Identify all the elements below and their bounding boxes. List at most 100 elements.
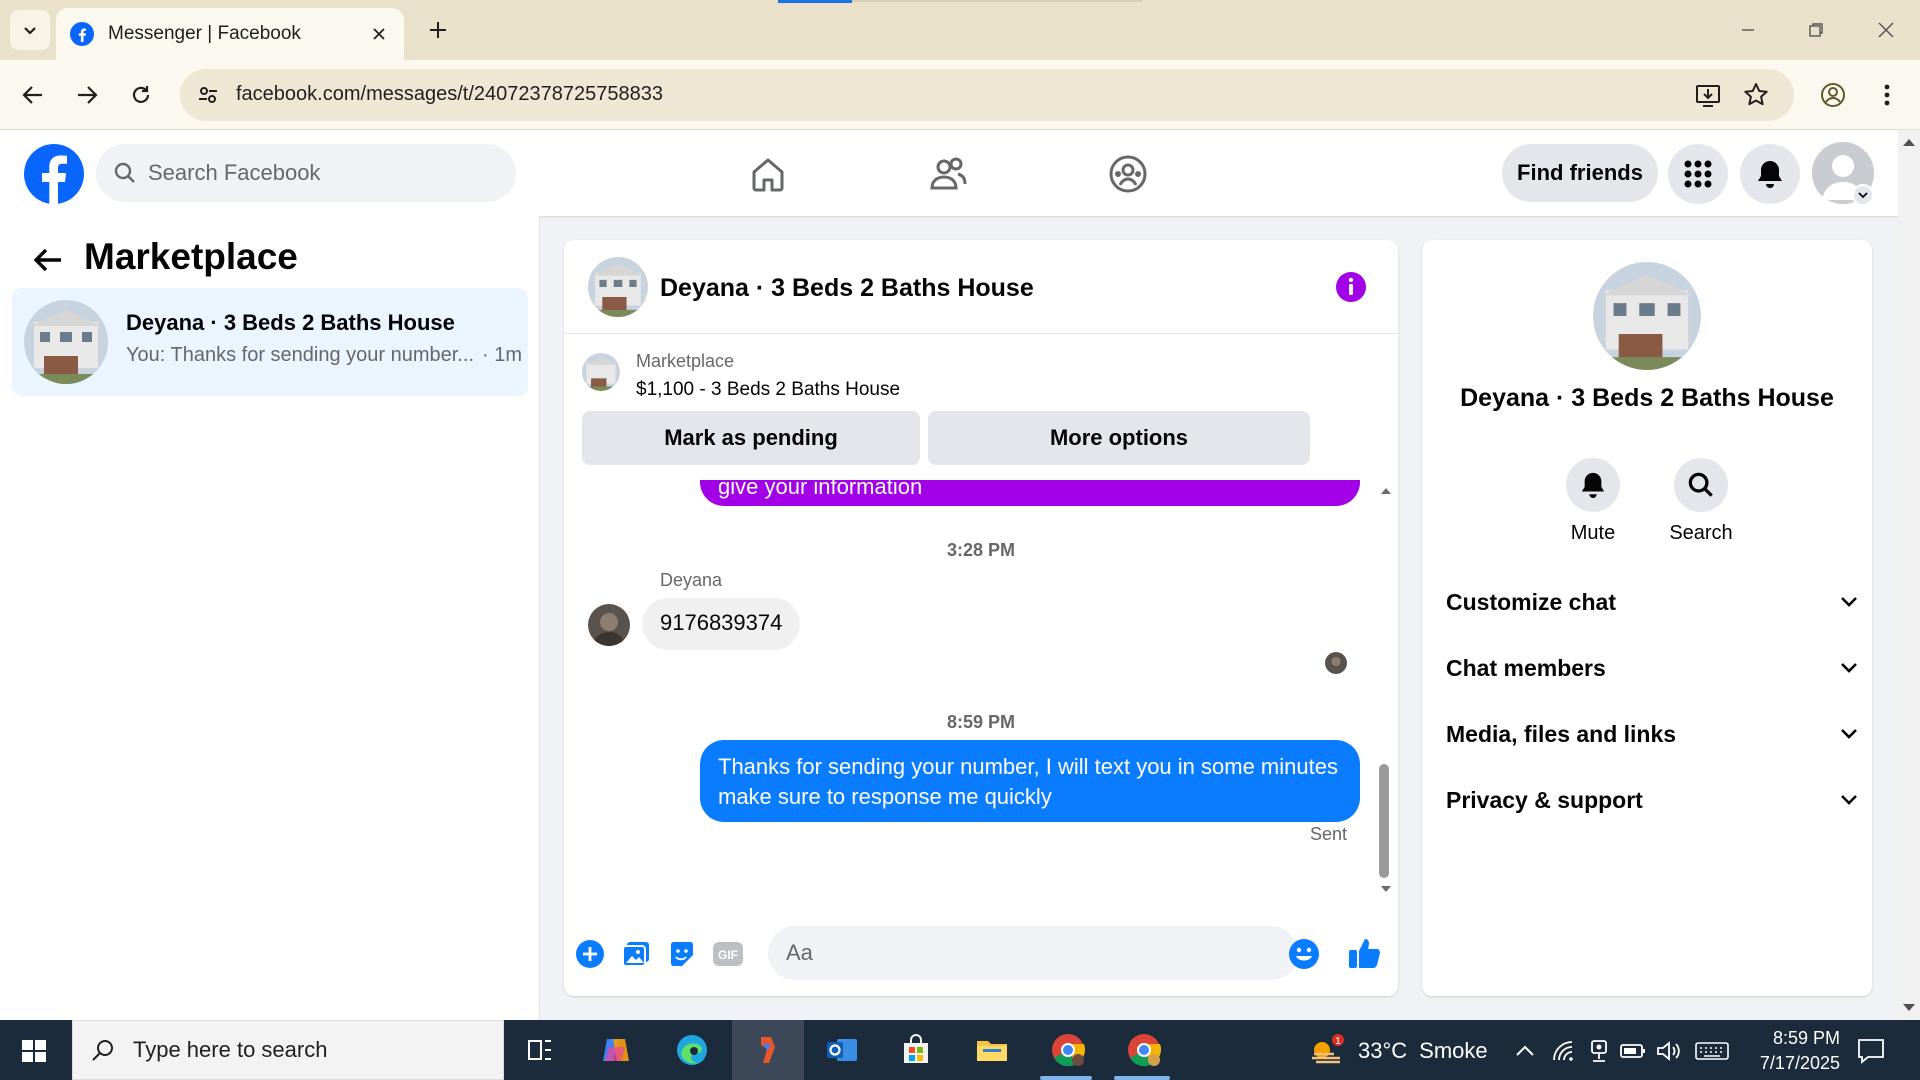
store-app[interactable] [896,1030,936,1070]
conversation-item[interactable]: Deyana · 3 Beds 2 Baths House You: Thank… [12,288,528,396]
folder-icon [977,1041,1007,1061]
details-name: Deyana · 3 Beds 2 Baths House [1460,384,1834,412]
chevron-down-icon [1841,795,1857,805]
outlook-app[interactable] [822,1030,862,1070]
address-bar[interactable]: facebook.com/messages/t/2407237872575883… [180,69,1794,121]
info-icon [1336,272,1366,302]
bookmark-star-icon[interactable] [1742,81,1770,109]
more-options-button[interactable]: More options [928,411,1310,465]
outgoing-message-bubble[interactable]: give your information [700,480,1360,506]
task-view-button[interactable] [520,1030,560,1070]
taskbar-clock[interactable]: 8:59 PM 7/17/2025 [1744,1026,1840,1076]
install-app-icon[interactable] [1694,81,1722,109]
menu-button[interactable] [1668,144,1728,204]
chat-title[interactable]: Deyana · 3 Beds 2 Baths House [660,274,1034,303]
copilot-app[interactable] [596,1030,636,1070]
mark-as-pending-button[interactable]: Mark as pending [582,411,920,465]
page-scrollbar[interactable] [1898,130,1920,1020]
listing-price-title[interactable]: $1,100 - 3 Beds 2 Baths House [636,379,900,401]
search-in-conversation-button[interactable] [1674,458,1728,512]
notifications-button[interactable] [1740,144,1800,204]
house-photo-icon [582,353,620,391]
facebook-favicon-icon [70,22,94,46]
media-app[interactable] [748,1030,788,1070]
chrome-icon [1052,1034,1086,1067]
site-info-button[interactable] [194,81,222,109]
message-composer: GIF Aa [564,910,1398,996]
scroll-arrows-icon [1903,139,1915,1011]
media-files-links-section[interactable]: Media, files and links [1446,714,1858,754]
back-button[interactable] [28,240,68,280]
chrome-app-profile-2[interactable] [1124,1030,1164,1070]
nav-home[interactable] [744,150,792,198]
restore-button[interactable] [1800,14,1832,46]
emoji-icon[interactable] [1288,938,1320,970]
forward-button[interactable] [70,78,104,112]
edge-app[interactable] [672,1030,712,1070]
chat-avatar[interactable] [588,257,648,317]
outlook-icon [827,1039,857,1061]
volume-button[interactable] [1656,1038,1682,1064]
close-tab-button[interactable] [368,23,390,45]
message-thread: give your information 3:28 PM Deyana 917… [564,480,1398,900]
account-menu-chevron[interactable] [1852,184,1874,206]
more-actions-button[interactable] [574,938,606,970]
chrome-icon [1128,1034,1162,1067]
conversation-info-button[interactable] [1334,270,1368,304]
facebook-logo-icon[interactable] [24,144,84,204]
back-button[interactable] [16,78,50,112]
mute-button[interactable] [1566,458,1620,512]
tab-search-button[interactable] [10,10,50,50]
chat-members-section[interactable]: Chat members [1446,648,1858,688]
friends-icon [930,157,967,190]
reload-button[interactable] [124,78,158,112]
section-label: Chat members [1446,654,1606,681]
browser-profile-button[interactable] [1816,78,1850,112]
search-action[interactable]: Search [1646,458,1756,545]
browser-tab-messenger[interactable]: Messenger | Facebook [56,8,404,60]
taskbar-search-box[interactable]: Type here to search [72,1020,504,1080]
file-explorer-app[interactable] [972,1030,1012,1070]
message-status: Sent [1310,824,1348,844]
keyboard-button[interactable] [1694,1038,1730,1064]
chat-window: Deyana · 3 Beds 2 Baths House Marketplac… [564,240,1398,996]
customize-chat-section[interactable]: Customize chat [1446,582,1858,622]
sticker-button[interactable] [666,938,698,970]
arrow-left-icon [22,86,42,104]
speaker-icon [1657,1041,1680,1061]
network-button[interactable] [1550,1038,1576,1064]
section-label: Customize chat [1446,588,1616,615]
weather-widget[interactable]: 1 33°C Smoke [1308,1034,1488,1068]
facebook-search-input[interactable]: Search Facebook [96,144,516,202]
home-icon [752,158,784,192]
notification-center-icon[interactable] [1856,1036,1886,1066]
camera-privacy-button[interactable] [1586,1038,1612,1064]
gif-button[interactable]: GIF [712,938,744,970]
sender-avatar[interactable] [588,604,630,646]
attach-photo-button[interactable] [620,938,652,970]
chat-header: Deyana · 3 Beds 2 Baths House [564,240,1398,334]
svg-text:GIF: GIF [718,948,738,962]
chrome-app-profile-1[interactable] [1048,1030,1088,1070]
find-friends-button[interactable]: Find friends [1502,144,1658,202]
minimize-button[interactable] [1732,14,1764,46]
nav-groups[interactable] [1104,150,1152,198]
thread-scroll-thumb[interactable] [1379,764,1389,878]
thumbs-up-icon[interactable] [1346,934,1384,972]
windows-start-icon[interactable] [14,1034,54,1068]
tune-icon [199,87,217,103]
new-tab-button[interactable] [424,16,452,44]
tab-indicator-track [852,0,1142,2]
details-avatar[interactable] [1593,262,1701,370]
sender-name: Deyana [660,570,723,590]
incoming-message-bubble[interactable]: 9176839374 [642,598,801,650]
battery-button[interactable] [1620,1038,1646,1064]
show-hidden-icons-button[interactable] [1512,1038,1538,1064]
browser-menu-button[interactable] [1870,78,1904,112]
nav-friends[interactable] [924,150,972,198]
outgoing-message-bubble[interactable]: Thanks for sending your number, I will t… [700,740,1360,822]
message-input[interactable]: Aa [768,926,1298,980]
close-window-button[interactable] [1870,14,1902,46]
privacy-support-section[interactable]: Privacy & support [1446,780,1858,820]
mute-action[interactable]: Mute [1538,458,1648,545]
